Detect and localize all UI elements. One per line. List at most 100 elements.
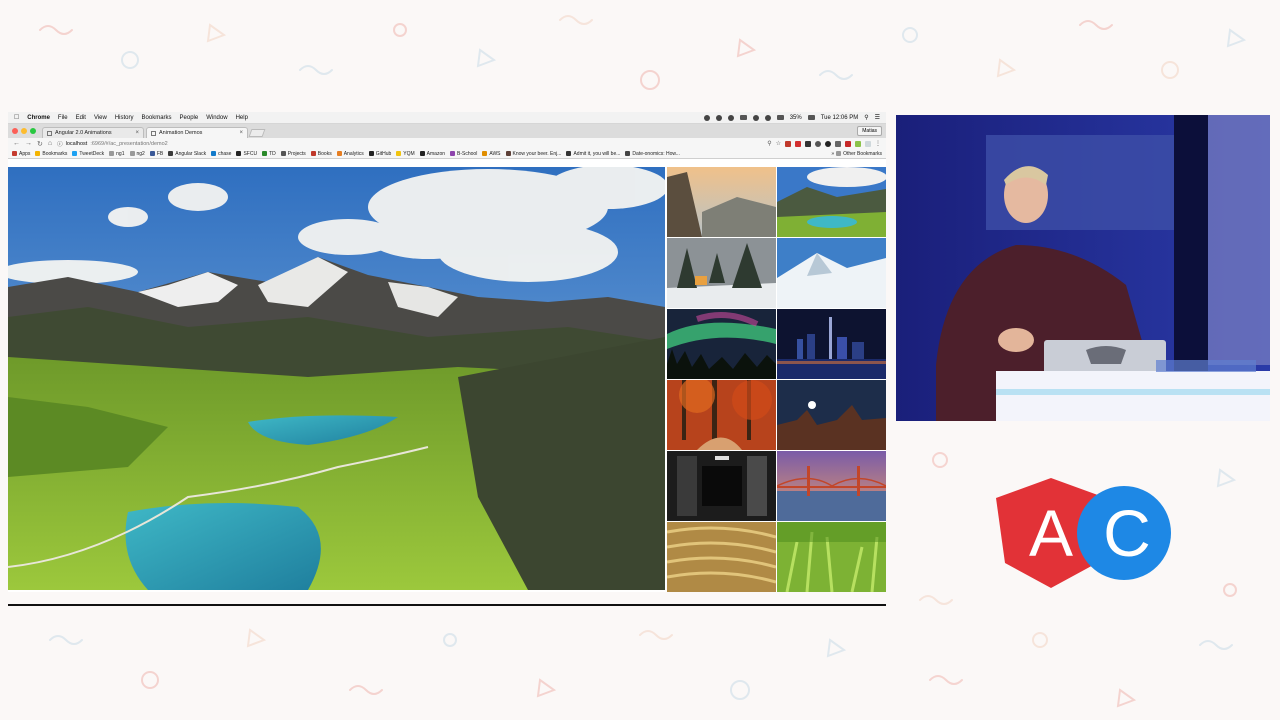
bookmark-item[interactable]: Angular Slack (168, 151, 206, 157)
reload-icon[interactable]: ↻ (37, 140, 43, 148)
bookmark-item[interactable]: Projects (280, 151, 306, 157)
hay-texture-photo (667, 522, 776, 592)
menu-people[interactable]: People (180, 115, 199, 121)
bookmark-favicon-icon (280, 151, 286, 156)
home-icon[interactable]: ⌂ (48, 140, 52, 147)
logo-letter-c: C (1103, 496, 1151, 570)
hangouts-icon[interactable] (727, 114, 734, 121)
page-info-icon[interactable]: ⓘ (57, 140, 63, 148)
tab-title: Angular 2.0 Animations (55, 130, 112, 136)
extension-icon[interactable] (785, 140, 791, 147)
bookmark-item[interactable]: SFCU (236, 151, 257, 157)
close-window-button[interactable] (12, 128, 18, 134)
menubar-clock[interactable]: Tue 12:06 PM (821, 115, 858, 121)
thumb-hay-texture[interactable] (667, 522, 776, 592)
thumb-snowy-cabin[interactable] (667, 238, 776, 308)
star-icon[interactable]: ☆ (776, 140, 781, 147)
thumb-cliffs-sunset[interactable] (667, 167, 776, 237)
thumb-dark-tunnel[interactable] (667, 451, 776, 521)
adblock-icon[interactable] (795, 140, 801, 147)
extension-icon[interactable] (815, 140, 821, 147)
bookmark-item[interactable]: TD (262, 151, 276, 157)
bookmark-label: Bookmarks (42, 150, 68, 157)
desert-night-photo (777, 380, 886, 450)
apple-icon[interactable]:  (14, 114, 19, 121)
menu-app-name[interactable]: Chrome (27, 115, 50, 121)
extension-icon[interactable] (865, 140, 871, 147)
bookmark-item[interactable]: Amazon (419, 150, 446, 157)
bookmark-item[interactable]: ng2 (129, 151, 145, 157)
bookmark-item[interactable]: FB (149, 151, 163, 157)
bookmark-item[interactable]: Analytics (336, 150, 364, 157)
extension-icon[interactable] (845, 140, 851, 147)
grass-closeup-photo (777, 522, 886, 592)
minimize-window-button[interactable] (21, 128, 27, 134)
bookmark-item[interactable]: TweetDeck (72, 151, 104, 157)
bookmark-label: B-School (457, 150, 478, 157)
address-bar[interactable]: ⓘ localhost:6969/#/ac_presentation/demo2 (57, 139, 762, 148)
bluetooth-icon[interactable] (752, 114, 759, 121)
menu-window[interactable]: Window (206, 115, 227, 121)
thumb-desert-night[interactable] (777, 380, 886, 450)
back-icon[interactable]: ← (13, 140, 20, 147)
zoom-window-button[interactable] (30, 128, 36, 134)
tray-icon[interactable] (703, 114, 710, 121)
close-tab-icon[interactable]: × (239, 130, 243, 136)
menu-edit[interactable]: Edit (76, 115, 86, 121)
bookmark-item[interactable]: ng1 (109, 151, 125, 157)
thumb-snow-mountain[interactable] (777, 238, 886, 308)
bookmark-item[interactable]: Books (310, 151, 332, 157)
google-icon[interactable] (715, 114, 722, 121)
aurora-forest-photo (667, 309, 776, 379)
profile-button[interactable]: Matias (857, 126, 882, 136)
alpine-lake-photo (777, 167, 886, 237)
bookmark-item[interactable]: chase (211, 151, 231, 157)
forward-icon[interactable]: → (25, 140, 32, 147)
bookmark-item[interactable]: Know your beer. Enj... (505, 151, 561, 157)
bookmark-item[interactable]: GitHub (368, 151, 391, 157)
close-tab-icon[interactable]: × (135, 130, 139, 136)
extension-icon[interactable] (825, 140, 831, 147)
display-icon[interactable] (739, 115, 747, 120)
thumb-city-skyline-night[interactable] (777, 309, 886, 379)
menu-history[interactable]: History (115, 115, 134, 121)
menu-file[interactable]: File (58, 115, 68, 121)
thumb-autumn-forest[interactable] (667, 380, 776, 450)
thumb-aurora-forest[interactable] (667, 309, 776, 379)
flag-icon[interactable] (776, 115, 784, 120)
bookmark-item[interactable]: Admit it, you will be... (566, 151, 620, 157)
bookmark-favicon-icon (505, 151, 511, 156)
extension-icon[interactable] (855, 140, 861, 147)
ac-logo-mark: A C (996, 478, 1171, 588)
thumb-alpine-lake[interactable] (777, 167, 886, 237)
bookmark-item[interactable]: YQM (396, 151, 415, 157)
hero-image[interactable] (8, 167, 665, 590)
bookmark-item[interactable]: AWS (482, 151, 501, 157)
bookmark-item[interactable]: B-School (450, 151, 477, 157)
bookmark-item[interactable]: Date-onomics: How... (625, 151, 680, 157)
bookmark-item[interactable]: Apps (12, 151, 30, 157)
tab-angular-animations[interactable]: Angular 2.0 Animations × (42, 127, 144, 138)
menu-bookmarks[interactable]: Bookmarks (142, 115, 172, 121)
notification-center-icon[interactable]: ☰ (875, 114, 880, 121)
bookmark-label: Amazon (426, 150, 446, 157)
battery-percent[interactable]: 35% (790, 115, 802, 121)
battery-icon[interactable] (807, 115, 815, 120)
menu-help[interactable]: Help (236, 115, 248, 121)
spotlight-icon[interactable]: ⚲ (864, 114, 868, 121)
new-tab-button[interactable] (248, 129, 266, 137)
mac-menubar:  Chrome File Edit View History Bookmark… (8, 112, 886, 124)
thumb-grass-closeup[interactable] (777, 522, 886, 592)
search-icon[interactable]: ⚲ (767, 140, 771, 147)
bookmark-label: Analytics (343, 150, 364, 157)
extension-icon[interactable] (835, 140, 841, 147)
extension-icon[interactable] (805, 140, 811, 147)
menu-view[interactable]: View (94, 115, 107, 121)
chevron-double-icon: » (831, 150, 835, 157)
bookmark-item[interactable]: Bookmarks (35, 151, 67, 157)
menu-icon[interactable]: ⋮ (875, 140, 881, 147)
tab-animation-demos[interactable]: Animation Demos × (146, 127, 248, 138)
thumb-golden-gate-bridge[interactable] (777, 451, 886, 521)
wifi-icon[interactable] (764, 114, 771, 121)
other-bookmarks[interactable]: » Other Bookmarks (831, 151, 882, 157)
